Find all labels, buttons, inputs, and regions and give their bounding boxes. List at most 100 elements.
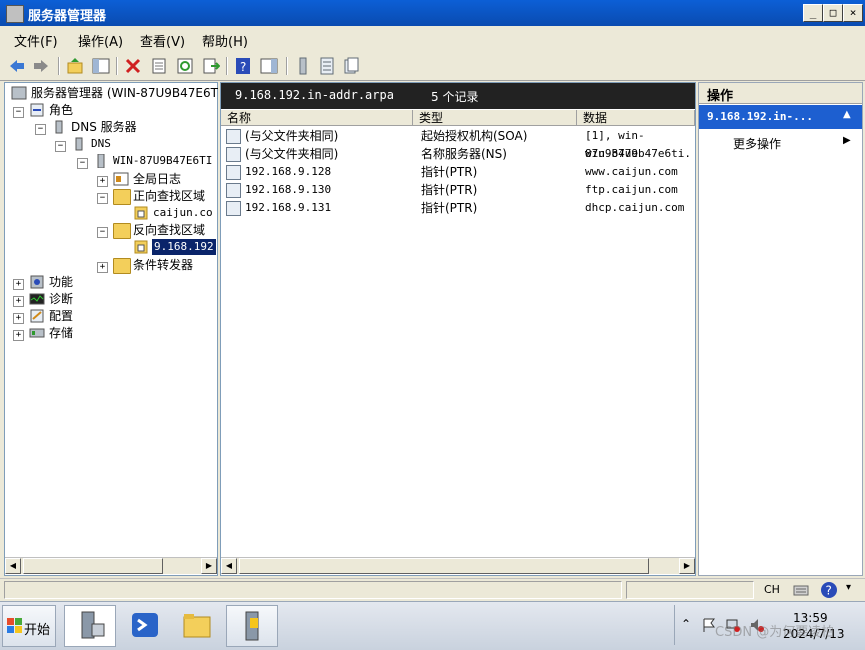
- menu-file[interactable]: 文件(F): [14, 31, 58, 50]
- conditional-expander[interactable]: +: [97, 262, 108, 273]
- tree-reverse-child-selected[interactable]: 9.168.192: [133, 239, 216, 255]
- copy-tool-icon[interactable]: [342, 57, 360, 75]
- table-row[interactable]: 192.168.9.131 指针(PTR) dhcp.caijun.com: [221, 199, 691, 217]
- collapse-up-icon[interactable]: ▲: [843, 109, 851, 120]
- refresh-icon[interactable]: [176, 57, 194, 75]
- scroll-right-icon[interactable]: ▶: [679, 558, 695, 574]
- close-button[interactable]: ×: [843, 4, 863, 22]
- toolbar: ?: [0, 52, 865, 81]
- svg-text:?: ?: [826, 584, 832, 598]
- language-indicator[interactable]: CH: [764, 583, 780, 596]
- tree-pane[interactable]: 服务器管理器 (WIN-87U9B47E6T − 角色 − DNS 服务器 − …: [4, 82, 218, 576]
- row-name: 192.168.9.131: [245, 201, 332, 214]
- row-name: 192.168.9.130: [245, 183, 332, 196]
- server-tool-icon: [245, 611, 259, 641]
- actions-selected-section[interactable]: 9.168.192.in-... ▲: [699, 105, 862, 129]
- tree-root-label: 服务器管理器 (WIN-87U9B47E6T: [31, 86, 218, 100]
- record-icon: [226, 201, 241, 216]
- title-bar: 服务器管理器 _ □ ×: [0, 0, 865, 26]
- taskbar-powershell[interactable]: [120, 605, 170, 645]
- export-list-icon[interactable]: [202, 57, 220, 75]
- server-tool-icon[interactable]: [294, 57, 312, 75]
- server-manager-icon: [81, 611, 105, 639]
- tree-hscrollbar[interactable]: ◀ ▶: [5, 557, 217, 574]
- record-icon: [226, 165, 241, 180]
- forward-zone-expander[interactable]: −: [97, 193, 108, 204]
- config-expander[interactable]: +: [13, 313, 24, 324]
- reverse-zone-expander[interactable]: −: [97, 227, 108, 238]
- help-icon[interactable]: ?: [820, 581, 838, 599]
- scroll-thumb[interactable]: [23, 558, 163, 574]
- start-button[interactable]: 开始: [2, 605, 56, 647]
- status-bar: CH ? ▾: [0, 578, 865, 601]
- actions-selected-label: 9.168.192.in-...: [707, 110, 813, 123]
- storage-expander[interactable]: +: [13, 330, 24, 341]
- zone-icon: [134, 240, 148, 254]
- forward-arrow-icon[interactable]: [32, 57, 50, 75]
- taskbar-server-manager[interactable]: [64, 605, 116, 647]
- diagnostics-expander[interactable]: +: [13, 296, 24, 307]
- more-actions-label: 更多操作: [733, 137, 782, 151]
- host-expander[interactable]: −: [77, 158, 88, 169]
- table-row[interactable]: 192.168.9.130 指针(PTR) ftp.caijun.com: [221, 181, 691, 199]
- col-name[interactable]: 名称: [221, 110, 413, 126]
- col-data[interactable]: 数据: [577, 110, 695, 126]
- features-icon: [30, 275, 44, 289]
- reverse-zone-label: 反向查找区域: [133, 223, 206, 237]
- show-action-pane-icon[interactable]: [260, 57, 278, 75]
- taskbar-dns-manager[interactable]: [226, 605, 278, 647]
- table-row[interactable]: (与父文件夹相同) 起始授权机构(SOA) [1], win-87u9b47e: [221, 127, 691, 160]
- help-icon[interactable]: ?: [234, 57, 252, 75]
- features-expander[interactable]: +: [13, 279, 24, 290]
- dns-server-icon: [55, 120, 63, 134]
- show-hidden-icons-icon[interactable]: ⌃: [681, 617, 691, 631]
- options-icon[interactable]: ▾: [846, 582, 851, 593]
- delete-icon[interactable]: [124, 57, 142, 75]
- scroll-left-icon[interactable]: ◀: [221, 558, 237, 574]
- maximize-button[interactable]: □: [823, 4, 843, 22]
- status-panel: [626, 581, 754, 599]
- table-row[interactable]: 192.168.9.128 指针(PTR) www.caijun.com: [221, 163, 691, 181]
- row-type: 起始授权机构(SOA): [421, 129, 528, 143]
- global-log-expander[interactable]: +: [97, 176, 108, 187]
- scroll-right-icon[interactable]: ▶: [201, 558, 217, 574]
- menu-help[interactable]: 帮助(H): [202, 31, 248, 50]
- row-type: 指针(PTR): [421, 183, 478, 197]
- forward-child-label: caijun.co: [153, 206, 213, 219]
- col-type[interactable]: 类型: [413, 110, 577, 126]
- back-arrow-icon[interactable]: [8, 57, 26, 75]
- dns-expander[interactable]: −: [55, 141, 66, 152]
- row-name: (与父文件夹相同): [245, 129, 339, 143]
- scroll-thumb[interactable]: [239, 558, 649, 574]
- minimize-button[interactable]: _: [803, 4, 823, 22]
- list-hscrollbar[interactable]: ◀ ▶: [221, 557, 695, 574]
- roles-icon: [30, 103, 44, 117]
- global-log-label: 全局日志: [133, 172, 182, 186]
- conditional-label: 条件转发器: [133, 258, 194, 272]
- host-label: WIN-87U9B47E6TI: [113, 154, 213, 167]
- list-header: 9.168.192.in-addr.arpa 5 个记录: [221, 83, 695, 109]
- menu-action[interactable]: 操作(A): [78, 31, 123, 50]
- column-headers: 名称 类型 数据: [221, 110, 695, 127]
- dns-icon: [75, 137, 83, 151]
- list-tool-icon[interactable]: [318, 57, 336, 75]
- table-row[interactable]: (与父文件夹相同) 名称服务器(NS) win-87u9b47e6ti.: [221, 145, 691, 163]
- forward-zone-label: 正向查找区域: [133, 189, 206, 203]
- config-label: 配置: [49, 309, 74, 323]
- roles-expander[interactable]: −: [13, 107, 24, 118]
- properties-icon[interactable]: [150, 57, 168, 75]
- show-hide-tree-icon[interactable]: [92, 57, 110, 75]
- row-type: 指针(PTR): [421, 201, 478, 215]
- row-type: 指针(PTR): [421, 165, 478, 179]
- system-tray: ⌃ 13:59 2024/7/13 CSDN @为何要凌柏: [674, 605, 865, 645]
- record-icon: [226, 147, 241, 162]
- dns-server-expander[interactable]: −: [35, 124, 46, 135]
- menu-view[interactable]: 查看(V): [140, 31, 185, 50]
- up-folder-icon[interactable]: [66, 57, 84, 75]
- folder-icon: [183, 614, 211, 638]
- keyboard-icon[interactable]: [792, 581, 810, 599]
- taskbar-explorer[interactable]: [172, 605, 222, 645]
- scroll-left-icon[interactable]: ◀: [5, 558, 21, 574]
- taskbar: 开始 ⌃ 13:59 2024/7/13 CSDN @为何要凌柏: [0, 601, 865, 650]
- more-actions-item[interactable]: 更多操作 ▶: [699, 133, 862, 153]
